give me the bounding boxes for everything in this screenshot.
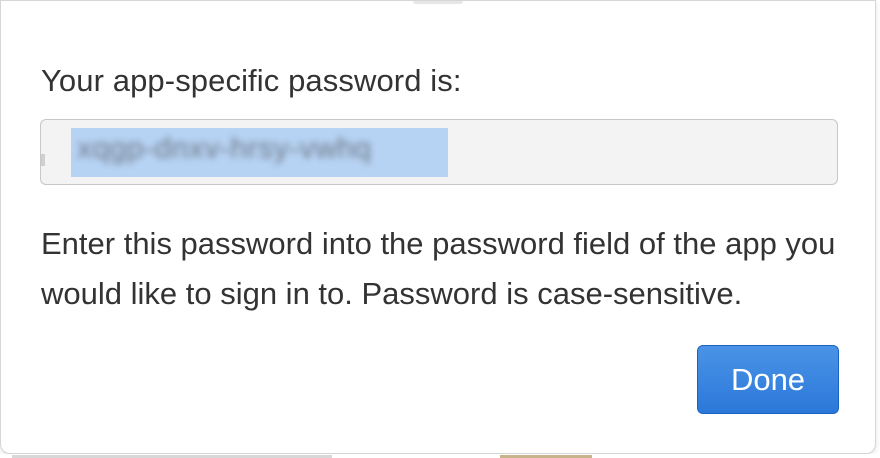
dialog-description: Enter this password into the password fi… [41,226,836,311]
background-strip [0,454,880,458]
password-field[interactable]: xqgp-dnxv-hrsy-vwhq [40,119,838,185]
text-caret [41,154,45,166]
password-value[interactable]: xqgp-dnxv-hrsy-vwhq [77,132,372,166]
dialog-top-notch [413,1,463,4]
dialog-heading: Your app-specific password is: [41,63,462,98]
app-specific-password-dialog: Your app-specific password is: xqgp-dnxv… [0,0,876,454]
done-button[interactable]: Done [697,345,839,414]
